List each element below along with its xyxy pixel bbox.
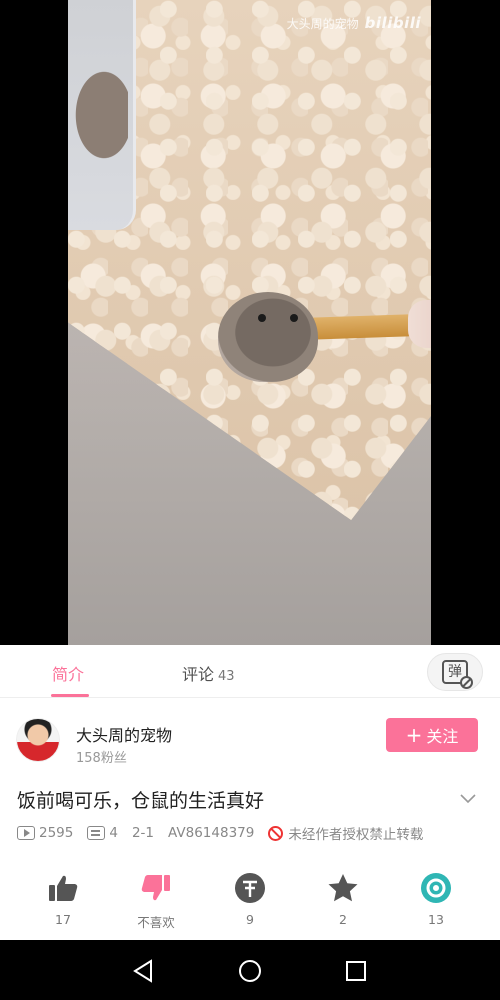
video-hamster xyxy=(218,292,318,382)
like-button[interactable]: 17 xyxy=(28,868,98,927)
danmaku-off-icon: 弹 xyxy=(442,660,473,689)
chevron-down-icon[interactable] xyxy=(460,790,476,806)
uploader-avatar[interactable] xyxy=(16,718,60,762)
dislike-label: 不喜欢 xyxy=(137,915,175,930)
share-count: 13 xyxy=(428,912,444,927)
screen: { "video": { "watermark_channel": "大头周的宠… xyxy=(0,0,500,1000)
star-icon xyxy=(328,874,358,902)
danmaku-toggle-button[interactable]: 弹 xyxy=(427,653,483,691)
follow-button[interactable]: + 关注 xyxy=(386,718,478,752)
video-watermark: 大头周的宠物 bilibili xyxy=(287,14,421,32)
plus-icon: + xyxy=(405,723,423,747)
coin-icon xyxy=(235,873,265,903)
video-hamster-background xyxy=(68,60,128,170)
copyright-notice: 未经作者授权禁止转载 xyxy=(288,827,424,843)
recent-apps-icon[interactable] xyxy=(343,958,369,984)
home-icon[interactable] xyxy=(237,958,263,984)
play-count: 2595 xyxy=(39,825,74,841)
hamster-eye xyxy=(290,314,298,322)
share-button[interactable]: 13 xyxy=(401,868,471,927)
tab-bar: 简介 评论 43 弹 xyxy=(0,645,500,698)
thumbs-up-icon xyxy=(49,875,78,901)
danmaku-count: 4 xyxy=(109,825,118,841)
publish-date: 2-1 xyxy=(131,825,155,841)
video-title: 饭前喝可乐，仓鼠的生活真好 xyxy=(17,790,265,812)
action-bar: 17 不喜欢 9 2 13 xyxy=(0,868,500,938)
video-finger xyxy=(408,300,431,348)
favorite-count: 2 xyxy=(339,912,347,927)
uploader-fans: 158粉丝 xyxy=(76,751,127,766)
watermark-channel: 大头周的宠物 xyxy=(286,16,359,31)
tab-comments-label: 评论 xyxy=(182,665,215,684)
video-snack-stick xyxy=(303,314,417,340)
coin-count: 9 xyxy=(246,912,254,927)
tab-intro[interactable]: 简介 xyxy=(52,661,84,685)
video-player[interactable]: 大头周的宠物 bilibili xyxy=(0,0,500,645)
hamster-eye xyxy=(258,314,266,322)
danmaku-count-icon xyxy=(87,826,106,840)
tab-comments-count: 43 xyxy=(218,669,235,684)
thumbs-down-icon xyxy=(141,875,170,901)
tab-comments[interactable]: 评论 43 xyxy=(182,661,235,685)
dislike-button[interactable]: 不喜欢 xyxy=(121,868,191,931)
av-id: AV86148379 xyxy=(168,825,255,841)
bilibili-logo: bilibili xyxy=(364,14,421,32)
coin-button[interactable]: 9 xyxy=(215,868,285,927)
system-nav-bar xyxy=(0,940,500,1000)
uploader-name[interactable]: 大头周的宠物 xyxy=(76,722,172,746)
video-stats: 2595 4 2-1 AV86148379 未经作者授权禁止转载 xyxy=(17,824,424,843)
play-count-icon xyxy=(17,826,35,840)
no-repost-icon xyxy=(268,825,284,841)
video-frame[interactable]: 大头周的宠物 bilibili xyxy=(68,0,431,645)
back-icon[interactable] xyxy=(130,958,156,984)
follow-label: 关注 xyxy=(426,727,459,746)
like-count: 17 xyxy=(55,912,71,927)
tab-intro-indicator xyxy=(51,694,89,697)
favorite-button[interactable]: 2 xyxy=(308,868,378,927)
share-icon xyxy=(421,873,451,903)
